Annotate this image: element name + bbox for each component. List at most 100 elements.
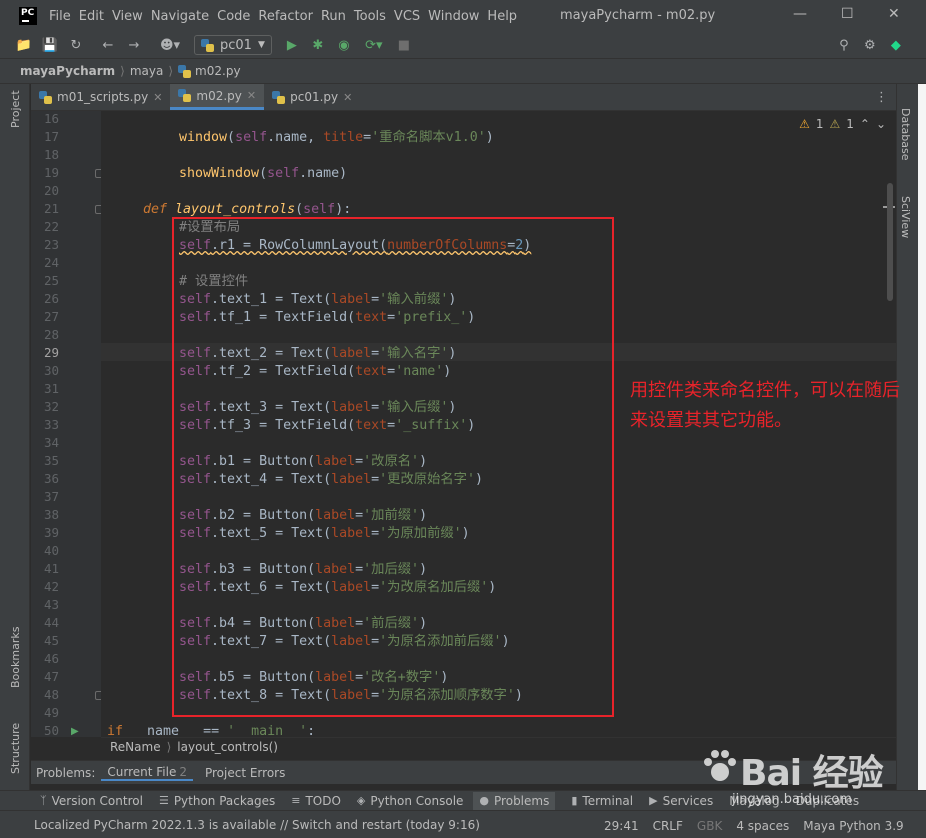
info-icon: ● [479, 794, 490, 807]
menu-navigate[interactable]: Navigate [151, 9, 214, 24]
vertical-scrollbar[interactable] [887, 183, 893, 301]
menu-run[interactable]: Run [321, 9, 351, 24]
code-line-17: window(self.name, title='重命名脚本v1.0') [179, 130, 494, 145]
line-number: 24 [43, 255, 59, 270]
window-title: mayaPycharm - m02.py [560, 8, 716, 23]
run-gutter-icon[interactable]: ▶ [71, 726, 79, 737]
problems-button[interactable]: ● Problems [473, 791, 556, 810]
chevron-right-icon: ⟩ [166, 739, 172, 754]
caret-position[interactable]: 29:41 [604, 819, 639, 833]
pycharm-logo-icon: PC [19, 7, 37, 25]
menu-code[interactable]: Code [217, 9, 255, 24]
tab-current-file[interactable]: Current File 2 [101, 765, 193, 781]
baidu-watermark: Bai 经验 jingyan.baidu.com [700, 744, 926, 810]
tab-m02[interactable]: m02.py ✕ [170, 84, 265, 110]
line-number: 43 [43, 597, 59, 612]
line-number: 17 [43, 129, 59, 144]
breadcrumb-method[interactable]: layout_controls() [177, 740, 278, 754]
menu-refactor[interactable]: Refactor [258, 9, 318, 24]
stop-icon[interactable]: ■ [396, 37, 412, 53]
line-number: 45 [43, 633, 59, 648]
nav-project[interactable]: mayaPycharm [20, 64, 115, 78]
python-file-icon [178, 89, 192, 102]
line-number: 20 [43, 183, 59, 198]
menu-window[interactable]: Window [428, 9, 484, 24]
python-packages-button[interactable]: ☰ Python Packages [159, 794, 275, 808]
line-separator[interactable]: CRLF [653, 819, 683, 833]
menu-edit[interactable]: Edit [79, 9, 109, 24]
menu-file[interactable]: File [49, 9, 76, 24]
structure-panel-toggle[interactable]: Structure [9, 723, 22, 774]
coverage-icon[interactable]: ◉ [336, 37, 352, 53]
todo-button[interactable]: ≡ TODO [291, 794, 341, 808]
line-number: 32 [43, 399, 59, 414]
chevron-right-icon: ⟩ [168, 64, 174, 78]
line-number: 44 [43, 615, 59, 630]
right-tool-strip: Database SciView [896, 84, 918, 790]
inspection-widget[interactable]: ⚠ 1 ⚠ 1 ⌃ ⌄ [799, 117, 886, 131]
python-interpreter[interactable]: Maya Python 3.9 [803, 819, 903, 833]
tab-pc01[interactable]: pc01.py ✕ [264, 84, 360, 110]
close-tab-icon[interactable]: ✕ [153, 91, 162, 104]
bookmarks-panel-toggle[interactable]: Bookmarks [9, 627, 22, 688]
python-file-icon [272, 90, 286, 104]
file-encoding[interactable]: GBK [697, 819, 722, 833]
minimize-icon[interactable]: — [793, 6, 807, 22]
menu-view[interactable]: View [112, 9, 148, 24]
menu-help[interactable]: Help [487, 9, 522, 24]
jetbrains-toolbox-icon[interactable]: ◆ [888, 37, 904, 53]
line-number: 22 [43, 219, 59, 234]
back-arrow-icon[interactable]: ← [100, 37, 116, 53]
project-panel-toggle[interactable]: Project [9, 90, 22, 128]
editor-tabs: m01_scripts.py ✕ m02.py ✕ pc01.py ✕ ⋮ [31, 84, 896, 111]
maximize-icon[interactable]: ☐ [841, 6, 854, 22]
close-icon[interactable]: ✕ [888, 6, 900, 22]
terminal-button[interactable]: ▮ Terminal [571, 794, 633, 808]
debug-icon[interactable]: ✱ [310, 37, 326, 53]
status-message[interactable]: Localized PyCharm 2022.1.3 is available … [34, 818, 480, 832]
annotation-note: 用控件类来命名控件，可以在随后来设置其其它功能。 [630, 380, 900, 431]
paw-icon [704, 750, 736, 781]
user-icon[interactable]: ☻▾ [158, 37, 182, 53]
forward-arrow-icon[interactable]: → [126, 37, 142, 53]
chevron-up-icon[interactable]: ⌃ [860, 117, 870, 131]
title-bar: PC File Edit View Navigate Code Refactor… [0, 0, 926, 32]
more-tabs-icon[interactable]: ⋮ [875, 84, 896, 110]
line-number: 29 [43, 345, 59, 360]
line-number: 36 [43, 471, 59, 486]
chevron-down-icon[interactable]: ⌄ [876, 117, 886, 131]
sciview-panel-toggle[interactable]: SciView [899, 196, 912, 238]
open-folder-icon[interactable]: 📁 [16, 37, 32, 53]
indent-setting[interactable]: 4 spaces [736, 819, 789, 833]
save-icon[interactable]: 💾 [42, 37, 58, 53]
watermark-url: jingyan.baidu.com [732, 792, 852, 807]
weak-warning-count: 1 [846, 117, 854, 131]
profile-icon[interactable]: ⟳▾ [362, 37, 386, 53]
chevron-right-icon: ⟩ [120, 64, 125, 78]
tab-label: pc01.py [290, 90, 339, 104]
services-icon: ▶ [649, 794, 658, 807]
line-number: 16 [43, 111, 59, 126]
line-number: 23 [43, 237, 59, 252]
run-configuration-selector[interactable]: pc01 ▼ [194, 35, 272, 55]
menu-tools[interactable]: Tools [354, 9, 391, 24]
menu-vcs[interactable]: VCS [394, 9, 425, 24]
close-tab-icon[interactable]: ✕ [343, 91, 352, 104]
run-icon[interactable]: ▶ [284, 37, 300, 53]
close-tab-icon[interactable]: ✕ [247, 89, 256, 102]
tab-m01-scripts[interactable]: m01_scripts.py ✕ [31, 84, 170, 110]
nav-folder[interactable]: maya [130, 64, 164, 78]
search-icon[interactable]: ⚲ [836, 37, 852, 53]
line-number: 28 [43, 327, 59, 342]
breadcrumb-class[interactable]: ReName [110, 740, 161, 754]
warning-count: 1 [815, 117, 824, 131]
settings-icon[interactable]: ⚙ [862, 37, 878, 53]
tab-project-errors[interactable]: Project Errors [199, 766, 291, 780]
version-control-button[interactable]: ᛉ Version Control [40, 794, 143, 808]
python-console-button[interactable]: ◈ Python Console [357, 794, 464, 808]
sync-icon[interactable]: ↻ [68, 37, 84, 53]
database-panel-toggle[interactable]: Database [899, 108, 912, 161]
line-number: 42 [43, 579, 59, 594]
code-line-50: if __name__ == '__main__': [107, 724, 316, 737]
nav-file[interactable]: m02.py [195, 64, 241, 78]
